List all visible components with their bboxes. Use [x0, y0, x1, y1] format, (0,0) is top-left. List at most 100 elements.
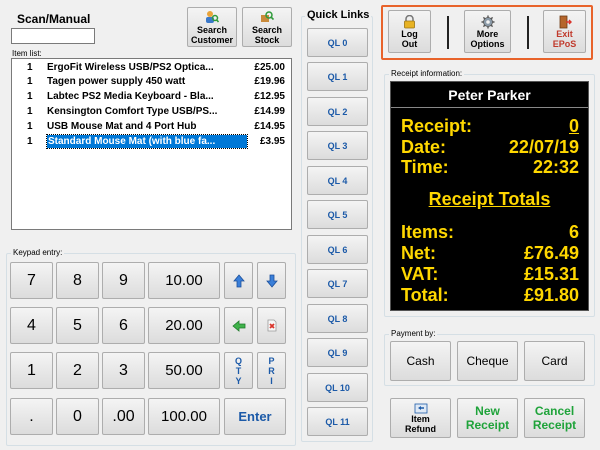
item-list-label: Item list:: [12, 49, 42, 58]
receipt-total-label: Total:: [401, 285, 449, 305]
key-9[interactable]: 9: [102, 262, 145, 299]
receipt-items-value: 6: [568, 222, 579, 242]
list-item[interactable]: 1 USB Mouse Mat and 4 Port Hub £14.95: [12, 120, 291, 133]
more-options-line2: Options: [470, 38, 505, 49]
pay-cash-button[interactable]: Cash: [390, 341, 451, 381]
key-4[interactable]: 4: [10, 307, 53, 344]
payment-label: Payment by:: [389, 329, 438, 338]
item-price: £14.99: [254, 106, 285, 117]
quick-link-8[interactable]: QL 8: [307, 304, 368, 333]
list-item[interactable]: 1 Labtec PS2 Media Keyboard - Bla... £12…: [12, 90, 291, 103]
enter-button[interactable]: Enter: [224, 398, 286, 435]
item-description: Standard Mouse Mat (with blue fa...: [46, 134, 248, 149]
item-qty: 1: [27, 121, 33, 132]
key-8[interactable]: 8: [56, 262, 99, 299]
pay-cheque-button[interactable]: Cheque: [457, 341, 518, 381]
panel-divider: [527, 16, 529, 49]
quick-link-1[interactable]: QL 1: [307, 62, 368, 91]
quick-link-0[interactable]: QL 0: [307, 28, 368, 57]
panel-divider: [447, 16, 449, 49]
pri-letter-p: P: [268, 355, 275, 366]
item-qty: 1: [27, 76, 33, 87]
list-item-selected[interactable]: 1 Standard Mouse Mat (with blue fa... £3…: [12, 134, 291, 149]
quick-link-6[interactable]: QL 6: [307, 235, 368, 264]
search-stock-button[interactable]: Search Stock: [242, 7, 292, 47]
receipt-net-value: £76.49: [523, 243, 579, 263]
exit-epos-button[interactable]: Exit EPoS: [543, 10, 586, 53]
key-2[interactable]: 2: [56, 352, 99, 389]
backspace-button[interactable]: [224, 307, 253, 344]
arrow-down-button[interactable]: [257, 262, 286, 299]
key-50-00[interactable]: 50.00: [148, 352, 220, 389]
key-0[interactable]: 0: [56, 398, 99, 435]
key-7[interactable]: 7: [10, 262, 53, 299]
key-20-00[interactable]: 20.00: [148, 307, 220, 344]
arrow-down-icon: [265, 274, 278, 288]
exit-door-icon: [559, 15, 572, 28]
quick-link-3[interactable]: QL 3: [307, 131, 368, 160]
item-price: £14.95: [254, 121, 285, 132]
list-item[interactable]: 1 Tagen power supply 450 watt £19.96: [12, 75, 291, 88]
more-options-button[interactable]: More Options: [464, 10, 511, 53]
item-qty: 1: [27, 62, 33, 73]
item-qty: 1: [27, 91, 33, 102]
logout-line2: Out: [401, 38, 418, 49]
item-list[interactable]: 1 ErgoFit Wireless USB/PS2 Optica... £25…: [11, 58, 292, 230]
key-5[interactable]: 5: [56, 307, 99, 344]
quick-link-10[interactable]: QL 10: [307, 373, 368, 402]
item-price: £19.96: [254, 76, 285, 87]
receipt-net-label: Net:: [401, 243, 436, 263]
receipt-info-label: Receipt information:: [389, 69, 465, 78]
receipt-totals-title: Receipt Totals: [428, 189, 551, 209]
exit-epos-line2: EPoS: [552, 38, 577, 49]
cancel-receipt-line1: Cancel: [534, 404, 575, 418]
key-decimal[interactable]: .: [10, 398, 53, 435]
arrow-up-icon: [232, 273, 245, 287]
qty-letter-t: T: [235, 365, 242, 376]
pay-card-button[interactable]: Card: [524, 341, 585, 381]
item-refund-line2: Refund: [405, 424, 436, 434]
new-receipt-line1: New: [475, 404, 500, 418]
arrow-left-icon: [231, 319, 245, 332]
quick-link-7[interactable]: QL 7: [307, 269, 368, 298]
padlock-icon: [404, 14, 415, 28]
item-refund-button[interactable]: Item Refund: [390, 398, 451, 438]
refund-icon: [414, 403, 427, 414]
key-6[interactable]: 6: [102, 307, 145, 344]
item-description: ErgoFit Wireless USB/PS2 Optica...: [47, 62, 214, 73]
quick-link-9[interactable]: QL 9: [307, 338, 368, 367]
qty-letter-q: Q: [234, 355, 242, 366]
quantity-button[interactable]: Q T Y: [224, 352, 253, 389]
scan-manual-input[interactable]: [11, 28, 95, 44]
quick-link-5[interactable]: QL 5: [307, 200, 368, 229]
quick-link-2[interactable]: QL 2: [307, 97, 368, 126]
receipt-vat-label: VAT:: [401, 264, 439, 284]
delete-line-icon: [267, 319, 276, 332]
logout-button[interactable]: Log Out: [388, 10, 431, 53]
receipt-total-value: £91.80: [523, 285, 579, 305]
new-receipt-button[interactable]: New Receipt: [457, 398, 518, 438]
key-10-00[interactable]: 10.00: [148, 262, 220, 299]
item-description: Labtec PS2 Media Keyboard - Bla...: [47, 91, 214, 102]
receipt-vat-value: £15.31: [523, 264, 579, 284]
arrow-up-button[interactable]: [224, 262, 253, 299]
cancel-receipt-button[interactable]: Cancel Receipt: [524, 398, 585, 438]
key-100-00[interactable]: 100.00: [148, 398, 220, 435]
receipt-items-label: Items:: [401, 222, 455, 242]
new-receipt-line2: Receipt: [465, 418, 510, 432]
key-double-zero[interactable]: .00: [102, 398, 145, 435]
delete-line-button[interactable]: [257, 307, 286, 344]
list-item[interactable]: 1 Kensington Comfort Type USB/PS... £14.…: [12, 105, 291, 118]
quick-link-11[interactable]: QL 11: [307, 407, 368, 436]
search-customer-button[interactable]: Search Customer: [187, 7, 237, 47]
key-3[interactable]: 3: [102, 352, 145, 389]
item-refund-line1: Item: [411, 414, 430, 424]
quick-link-4[interactable]: QL 4: [307, 166, 368, 195]
list-item[interactable]: 1 ErgoFit Wireless USB/PS2 Optica... £25…: [12, 61, 291, 74]
search-customer-line2: Customer: [190, 34, 233, 45]
quick-links-title: Quick Links: [305, 9, 372, 21]
key-1[interactable]: 1: [10, 352, 53, 389]
item-price: £25.00: [254, 62, 285, 73]
price-button[interactable]: P R I: [257, 352, 286, 389]
pri-letter-r: R: [268, 365, 275, 376]
